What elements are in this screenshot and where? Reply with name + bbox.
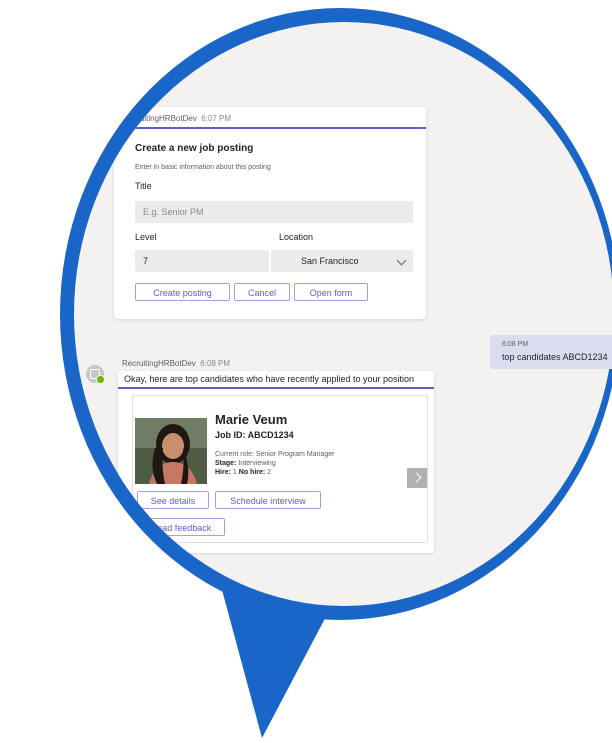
nohire-value: 2 xyxy=(267,469,272,476)
see-details-button[interactable]: See details xyxy=(137,491,209,509)
sender-name: RecruitingHRBotDev xyxy=(122,359,196,368)
bot-icon xyxy=(84,124,94,134)
title-input[interactable]: E.g. Senior PM xyxy=(135,201,413,223)
user-message-text: top candidates ABCD1234 xyxy=(502,352,608,362)
message-meta-2: RecruitingHRBotDev 6:08 PM xyxy=(122,359,230,368)
stage-value: Interviewing xyxy=(238,460,276,467)
sender-name: RecruitingHRBotDev xyxy=(123,114,197,123)
user-message-time: 6:08 PM xyxy=(502,341,529,348)
candidate-card: Marie Veum Job ID: ABCD1234 Current role… xyxy=(132,395,428,543)
user-message: 6:08 PM top candidates ABCD1234 xyxy=(490,335,612,369)
location-select[interactable]: San Francisco xyxy=(271,250,413,272)
hire-value: 1 xyxy=(232,469,237,476)
candidate-hire-counts: Hire: 1 No hire: 2 xyxy=(215,469,271,476)
card-accent-line xyxy=(118,387,434,389)
read-feedback-button[interactable]: Read feedback xyxy=(137,518,225,536)
bot-icon xyxy=(90,369,100,379)
message-time: 6:08 PM xyxy=(200,359,231,368)
card-accent-line xyxy=(114,127,426,129)
chevron-down-icon xyxy=(396,255,407,266)
job-posting-message: RecruitingHRBotDev 6:07 PM Create a new … xyxy=(114,107,426,319)
card-subtitle: Enter in basic information about this po… xyxy=(135,164,271,171)
level-label: Level xyxy=(135,232,157,242)
create-posting-button[interactable]: Create posting xyxy=(135,283,230,301)
candidate-job-id: Job ID: ABCD1234 xyxy=(215,430,294,440)
candidate-name: Marie Veum xyxy=(215,412,288,427)
candidates-message: Okay, here are top candidates who have r… xyxy=(118,371,434,553)
location-value: San Francisco xyxy=(301,256,359,266)
stage-label: Stage: xyxy=(215,460,237,467)
open-form-button[interactable]: Open form xyxy=(294,283,368,301)
message-meta: RecruitingHRBotDev 6:07 PM xyxy=(123,114,231,123)
candidate-stage: Stage: Interviewing xyxy=(215,460,276,467)
location-label: Location xyxy=(279,232,314,242)
level-input[interactable]: 7 xyxy=(135,250,269,272)
message-time: 6:07 PM xyxy=(201,114,232,123)
nohire-label: No hire: xyxy=(238,469,266,476)
candidates-intro-text: Okay, here are top candidates who have r… xyxy=(124,374,415,384)
bot-avatar[interactable] xyxy=(80,120,99,139)
card-title: Create a new job posting xyxy=(135,143,254,154)
teams-chat-viewport: RecruitingHRBotDev 6:07 PM Create a new … xyxy=(74,22,612,606)
schedule-interview-button[interactable]: Schedule interview xyxy=(215,491,321,509)
cancel-button[interactable]: Cancel xyxy=(234,283,290,301)
next-candidate-arrow-icon[interactable] xyxy=(407,468,427,488)
hire-label: Hire: xyxy=(215,469,231,476)
candidate-current-role: Current role: Senior Program Manager xyxy=(215,451,335,458)
candidate-photo xyxy=(135,418,207,484)
bot-avatar-2[interactable] xyxy=(86,365,105,384)
title-label: Title xyxy=(135,181,152,191)
